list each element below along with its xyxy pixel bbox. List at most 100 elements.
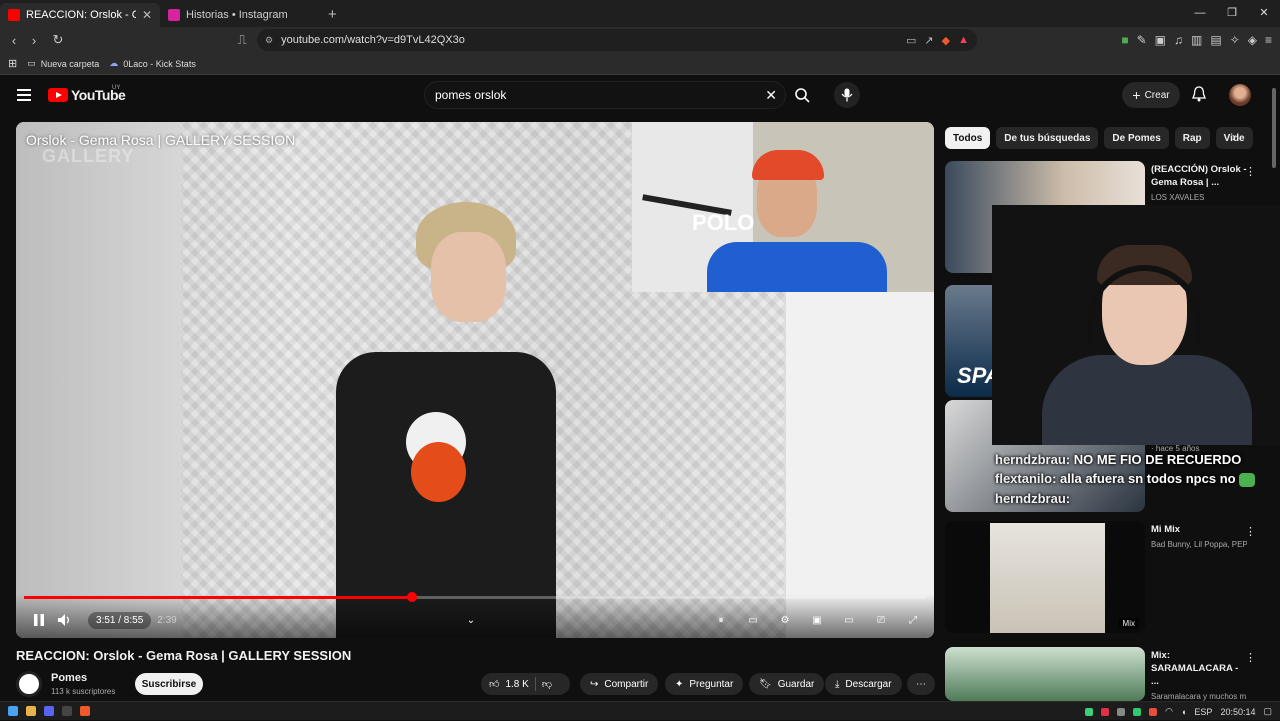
youtube-play-icon [48, 88, 68, 102]
chip-de-tus-busquedas[interactable]: De tus búsquedas [996, 127, 1099, 149]
progress-bar[interactable] [24, 592, 926, 602]
site-info-icon[interactable]: ⚙ [265, 35, 273, 46]
miniplayer-icon: ▣ [812, 614, 822, 626]
share-label: Compartir [604, 678, 649, 690]
voice-search-button[interactable] [834, 82, 860, 108]
windows-start-icon[interactable] [8, 706, 18, 716]
search-input[interactable]: pomes orslok ✕ [424, 81, 786, 109]
tray-app-icon[interactable] [1085, 707, 1094, 716]
bookmark-icon[interactable]: ⎍ [232, 32, 252, 48]
more-options-icon[interactable]: ⋮ [1245, 525, 1256, 538]
file-explorer-icon[interactable] [26, 706, 36, 716]
discord-icon[interactable] [44, 706, 54, 716]
share-button[interactable]: ↪ Compartir [580, 673, 659, 695]
studio-wall-left [16, 122, 181, 638]
chip-todos[interactable]: Todos [945, 127, 991, 149]
clock[interactable]: 20:50:14 [1220, 707, 1255, 717]
cast-button[interactable]: ⎚ [868, 608, 894, 632]
wallet-icon[interactable]: ▤ [1210, 33, 1221, 47]
chevron-right-icon[interactable]: › [1232, 130, 1236, 144]
account-avatar[interactable] [1229, 84, 1251, 106]
brave-rewards-icon[interactable]: ▲ [958, 34, 969, 46]
dislike-button[interactable]: 👎︎ [542, 678, 552, 690]
brave-browser-icon[interactable] [80, 706, 90, 716]
related-filter-chips: Todos De tus búsquedas De Pomes Rap Vide [945, 127, 1255, 149]
chip-rap[interactable]: Rap [1174, 127, 1210, 149]
video-title: REACCION: Orslok - Gema Rosa | GALLERY S… [16, 648, 352, 663]
ask-button[interactable]: ✦ Preguntar [665, 673, 744, 695]
share-icon: ↪ [590, 678, 599, 690]
save-label: Guardar [777, 678, 815, 690]
recommendation-item[interactable]: Mix Mi Mix Bad Bunny, Lil Poppa, PEPU...… [945, 521, 1256, 633]
scrubber-handle[interactable] [406, 592, 417, 602]
search-button[interactable] [787, 81, 817, 109]
recommendation-item[interactable]: Mix: SARAMALACARA - ... Saramalacara y m… [945, 647, 1256, 701]
screenshot-icon[interactable]: ▣ [1155, 33, 1166, 47]
chip-de-pomes[interactable]: De Pomes [1104, 127, 1169, 149]
tab-youtube[interactable]: REACCION: Orslok - Gema Ro ✕ [0, 3, 160, 27]
like-button[interactable]: 👍︎ 1.8 K [489, 678, 529, 691]
channel-avatar[interactable] [16, 671, 42, 697]
close-tab-icon[interactable]: ✕ [142, 8, 152, 22]
video-player[interactable]: GALLERY Orslok - Gema Rosa | GALLERY SES… [16, 122, 934, 638]
more-options-icon[interactable]: ⋮ [1245, 165, 1256, 178]
more-actions-button[interactable]: ⋯ [907, 673, 935, 695]
tab-title: Historias • Instagram [186, 9, 288, 21]
guide-menu-icon[interactable] [17, 89, 31, 101]
subscribe-button[interactable]: Suscribirse [135, 673, 203, 695]
extension-icon[interactable]: ■ [1121, 33, 1128, 47]
bookmark-nueva-carpeta[interactable]: ▭ Nueva carpeta [27, 58, 99, 69]
studio-wall-right [786, 292, 934, 638]
address-bar-icons: ▭ ↗ ◆ ▲ [906, 29, 969, 51]
pause-button[interactable] [26, 608, 52, 632]
save-button[interactable]: 🔖︎ Guardar [749, 673, 825, 695]
captions-button[interactable]: ▭ [740, 608, 766, 632]
leo-ai-icon[interactable]: ✧ [1230, 33, 1240, 47]
tray-app-icon[interactable] [1149, 707, 1158, 716]
theater-button[interactable]: ▭ [836, 608, 862, 632]
stream-chat-overlay: herndzbrau: NO ME FIO DE RECUERDO flexta… [995, 452, 1280, 510]
autoplay-toggle[interactable]: ⏸ [708, 608, 734, 632]
notifications-button[interactable] [1192, 86, 1206, 107]
volume-button[interactable] [52, 608, 78, 632]
restore-icon[interactable]: ❐ [1216, 0, 1248, 27]
tray-app-icon[interactable] [1101, 707, 1110, 716]
minimize-icon[interactable]: — [1184, 0, 1216, 27]
fullscreen-button[interactable]: ⤢ [900, 608, 926, 632]
puzzle-icon[interactable]: ✎ [1137, 33, 1147, 47]
wifi-icon[interactable]: ◠ [1165, 706, 1173, 717]
more-options-icon[interactable]: ⋮ [1245, 651, 1256, 664]
back-icon[interactable]: ‹ [4, 33, 24, 48]
notifications-tray-icon[interactable]: ▢ [1263, 706, 1272, 717]
youtube-logo[interactable]: YouTube UY [48, 85, 126, 103]
chapter-chevron-icon[interactable]: ⌄ [467, 615, 475, 626]
new-tab-button[interactable]: + [328, 6, 337, 23]
vpn-icon[interactable]: ◈ [1248, 33, 1257, 47]
tray-app-icon[interactable] [1133, 707, 1142, 716]
bookmark-kick-stats[interactable]: ☁ 0Laco - Kick Stats [109, 58, 196, 69]
miniplayer-button[interactable]: ▣ [804, 608, 830, 632]
tab-instagram[interactable]: Historias • Instagram [160, 3, 320, 27]
apps-grid-icon[interactable]: ⊞ [8, 57, 17, 70]
clear-search-icon[interactable]: ✕ [765, 87, 777, 104]
address-bar[interactable]: ⚙ youtube.com/watch?v=d9TvL42QX3o ▭ ↗ ◆ … [257, 29, 977, 51]
page-scrollbar[interactable] [1272, 88, 1276, 168]
settings-button[interactable]: ⚙ [772, 608, 798, 632]
share-icon[interactable]: ↗ [924, 34, 933, 47]
bookmark-label: 0Laco - Kick Stats [123, 58, 196, 69]
language-indicator[interactable]: ESP [1194, 707, 1212, 717]
download-button[interactable]: ⤓ Descargar [825, 673, 902, 695]
cast-icon[interactable]: ▭ [906, 34, 916, 47]
forward-icon[interactable]: › [24, 33, 44, 48]
create-button[interactable]: + Crear [1122, 82, 1180, 108]
brave-shield-icon[interactable]: ◆ [942, 34, 950, 47]
menu-icon[interactable]: ≡ [1265, 33, 1272, 47]
tray-app-icon[interactable] [1117, 707, 1126, 716]
channel-name[interactable]: Pomes [51, 672, 87, 684]
volume-tray-icon[interactable]: ◖ [1181, 707, 1186, 717]
reload-icon[interactable]: ↻ [48, 32, 68, 48]
obs-icon[interactable] [62, 706, 72, 716]
sidebar-icon[interactable]: ▥ [1191, 33, 1202, 47]
close-window-icon[interactable]: ✕ [1248, 0, 1280, 27]
music-icon[interactable]: ♫ [1174, 33, 1183, 47]
